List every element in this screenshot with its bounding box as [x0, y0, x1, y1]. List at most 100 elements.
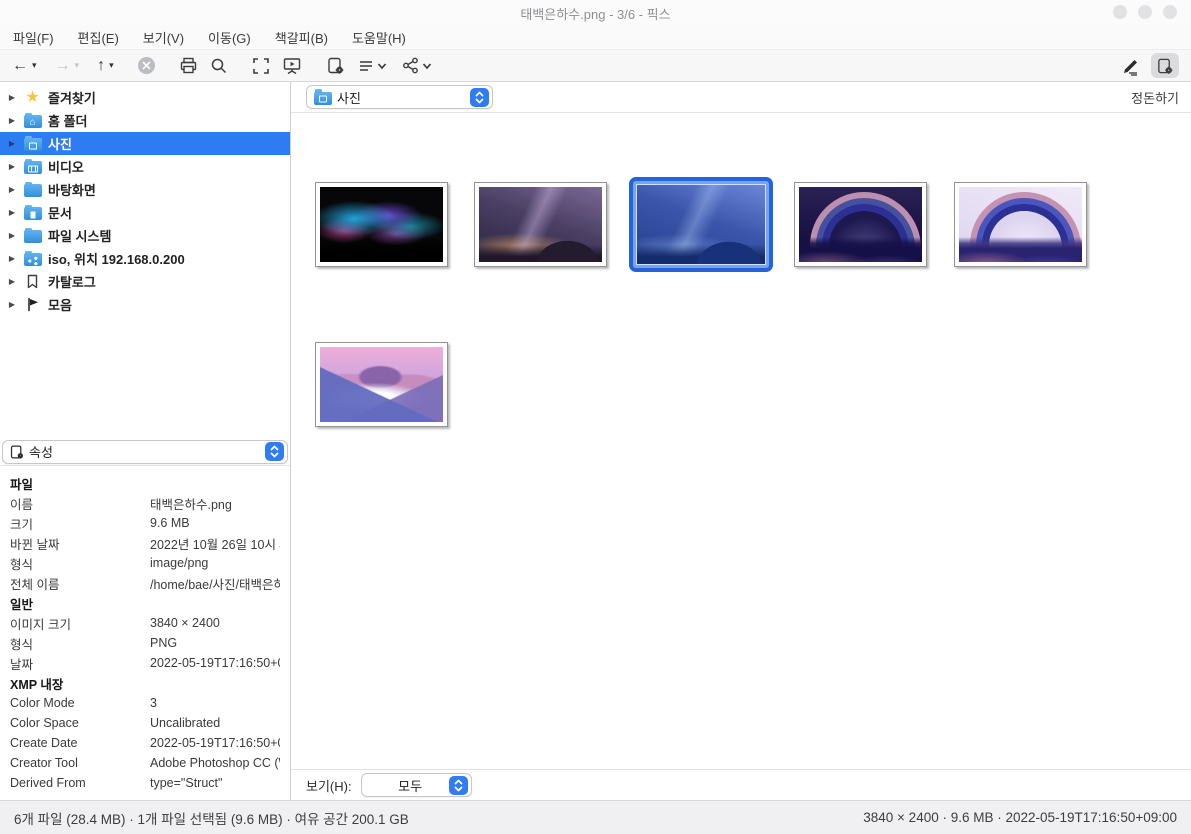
property-value: 2022-05-19T17:16:50+0...	[150, 656, 280, 670]
folder-selector[interactable]: 사진	[306, 85, 493, 109]
menu-help[interactable]: 도움말(H)	[352, 28, 406, 47]
property-value: 3	[150, 696, 280, 710]
sidebar-item-pictures[interactable]: ▶ 사진	[0, 132, 290, 155]
properties-selector-label: 속성	[25, 442, 265, 461]
disclosure-triangle-icon[interactable]: ▶	[7, 185, 17, 194]
menu-file[interactable]: 파일(F)	[13, 28, 54, 47]
documents-folder-icon	[24, 207, 42, 220]
property-label: Color Space	[10, 716, 150, 730]
sidebar-item-videos[interactable]: ▶ 비디오	[0, 155, 290, 178]
panel-gear-icon	[1156, 57, 1174, 75]
window-maximize-button[interactable]	[1138, 5, 1152, 19]
thumbnail-rock-arch-dark[interactable]	[794, 182, 927, 267]
forward-icon[interactable]: →	[55, 53, 71, 79]
disclosure-triangle-icon[interactable]: ▶	[7, 116, 17, 125]
property-value: image/png	[150, 556, 280, 570]
sidebar-item-label: 바탕화면	[48, 180, 96, 199]
fullscreen-icon[interactable]	[252, 53, 270, 79]
back-icon[interactable]: ←	[12, 53, 28, 79]
window-body: ▶ ★ 즐겨찾기 ▶ ⌂ 홈 폴더 ▶ 사진 ▶ 비디오	[0, 82, 1191, 800]
menu-go[interactable]: 이동(G)	[208, 28, 251, 47]
sidebar-item-desktop[interactable]: ▶ 바탕화면	[0, 178, 290, 201]
stop-icon[interactable]	[138, 53, 155, 79]
property-row: 날짜 2022-05-19T17:16:50+0...	[10, 653, 280, 673]
stepper-chevrons-icon[interactable]	[449, 776, 468, 795]
disclosure-triangle-icon[interactable]: ▶	[7, 277, 17, 286]
property-label: 이미지 크기	[10, 614, 150, 633]
toolbar: ← ▾ → ▾ ↑ ▾	[0, 50, 1191, 82]
property-label: Create Date	[10, 736, 150, 750]
sidebar-item-home[interactable]: ▶ ⌂ 홈 폴더	[0, 109, 290, 132]
property-value: 2022년 10월 26일 10시 4...	[150, 534, 280, 553]
sidebar-item-favorites[interactable]: ▶ ★ 즐겨찾기	[0, 86, 290, 109]
property-row: Color Space Uncalibrated	[10, 713, 280, 733]
back-history-chevron-icon[interactable]: ▾	[32, 53, 37, 79]
videos-folder-icon	[24, 161, 42, 174]
thumbnail-milky-way-selected[interactable]	[629, 177, 773, 272]
share-icon[interactable]	[401, 53, 420, 79]
properties-icon[interactable]	[326, 53, 345, 79]
menu-bookmarks[interactable]: 책갈피(B)	[275, 28, 328, 47]
disclosure-triangle-icon[interactable]: ▶	[7, 300, 17, 309]
share-expand-chevron-icon[interactable]	[420, 53, 434, 79]
view-filter-value: 모두	[368, 776, 449, 795]
thumbnail-pastel-hills[interactable]	[315, 342, 448, 427]
property-row: Creator Tool Adobe Photoshop CC (Wi...	[10, 753, 280, 773]
properties-panel: 속성 파일 이름 태백은하수.png 크기 9.6 MB	[0, 438, 290, 800]
disclosure-triangle-icon[interactable]: ▶	[7, 93, 17, 102]
status-right-text: 3840 × 2400 · 9.6 MB · 2022-05-19T17:16:…	[863, 810, 1177, 825]
menu-view[interactable]: 보기(V)	[143, 28, 184, 47]
forward-history-chevron-icon[interactable]: ▾	[75, 53, 80, 79]
thumbnail-image	[799, 187, 922, 262]
window-close-button[interactable]	[1163, 5, 1177, 19]
pictures-folder-icon	[24, 138, 42, 151]
property-value: /home/bae/사진/태백은하…	[150, 574, 280, 593]
property-value: type="Struct"	[150, 776, 280, 790]
menu-edit[interactable]: 편집(E)	[78, 28, 119, 47]
disclosure-triangle-icon[interactable]: ▶	[7, 162, 17, 171]
network-folder-icon	[24, 253, 42, 266]
disclosure-triangle-icon[interactable]: ▶	[7, 208, 17, 217]
pictures-folder-icon	[314, 92, 332, 105]
view-filter-selector[interactable]: 모두	[361, 773, 472, 797]
properties-section-title: 일반	[10, 593, 280, 613]
up-icon[interactable]: ↑	[97, 53, 105, 79]
property-row: Derived From type="Struct"	[10, 773, 280, 793]
thumbnail-grid	[291, 113, 1191, 769]
stepper-chevrons-icon[interactable]	[265, 442, 284, 461]
print-icon[interactable]	[179, 53, 198, 79]
property-row: 이름 태백은하수.png	[10, 493, 280, 513]
presentation-icon[interactable]	[282, 53, 302, 79]
sidebar-item-network-iso[interactable]: ▶ iso, 위치 192.168.0.200	[0, 247, 290, 270]
thumbnail-rock-arch-light[interactable]	[954, 182, 1087, 267]
disclosure-triangle-icon[interactable]: ▶	[7, 139, 17, 148]
menu-expand-chevron-icon[interactable]	[375, 53, 389, 79]
hills-shape	[959, 237, 1082, 263]
menu-lines-icon[interactable]	[357, 53, 375, 79]
sidebar-item-documents[interactable]: ▶ 문서	[0, 201, 290, 224]
sidebar-item-label: 즐겨찾기	[48, 88, 96, 107]
panel-toggle-button[interactable]	[1151, 53, 1179, 78]
thumbnail-image	[479, 187, 602, 262]
edit-pencil-icon[interactable]	[1121, 53, 1141, 79]
sidebar-item-catalog[interactable]: ▶ 카탈로그	[0, 270, 290, 293]
sidebar-item-collections[interactable]: ▶ 모음	[0, 293, 290, 316]
stepper-chevrons-icon[interactable]	[470, 88, 489, 107]
folder-icon	[24, 230, 42, 243]
up-history-chevron-icon[interactable]: ▾	[109, 53, 114, 79]
thumbnail-aurora-waves[interactable]	[315, 182, 448, 267]
disclosure-triangle-icon[interactable]: ▶	[7, 231, 17, 240]
hills-shape	[799, 237, 922, 263]
sidebar-item-label: 비디오	[48, 157, 84, 176]
sidebar-item-filesystem[interactable]: ▶ 파일 시스템	[0, 224, 290, 247]
thumbnail-milky-way[interactable]	[474, 182, 607, 267]
thumbnail-image	[636, 184, 766, 265]
properties-selector[interactable]: 속성	[2, 440, 288, 464]
arrange-button[interactable]: 정돈하기	[1131, 88, 1179, 107]
disclosure-triangle-icon[interactable]: ▶	[7, 254, 17, 263]
property-row: 형식 PNG	[10, 633, 280, 653]
property-row: 형식 image/png	[10, 553, 280, 573]
search-icon[interactable]	[210, 53, 228, 79]
window-minimize-button[interactable]	[1113, 5, 1127, 19]
flag-icon	[26, 297, 40, 312]
